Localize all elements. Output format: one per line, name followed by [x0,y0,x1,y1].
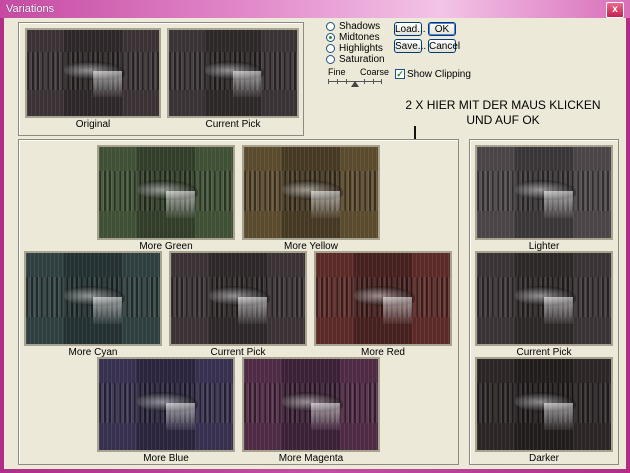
lightness-panel: Lighter Current Pick Darker [469,139,619,465]
current-pick-center-thumb[interactable]: Current Pick [169,251,307,358]
load-button[interactable]: Load... [394,22,426,36]
radio-shadows-label: Shadows [339,21,381,32]
current-pick-top-label: Current Pick [205,119,261,130]
save-button[interactable]: Save... [394,39,426,53]
color-variations-panel: More Green More Yellow More Cyan Current… [18,139,459,465]
close-button[interactable]: x [606,2,624,18]
fine-coarse-slider[interactable] [328,77,382,87]
radio-shadows-indicator[interactable] [326,22,335,31]
coarse-label: Coarse [360,67,390,77]
more-blue-label: More Blue [143,453,189,464]
radio-saturation-indicator[interactable] [326,55,335,64]
more-yellow-thumb[interactable]: More Yellow [242,145,380,252]
original-thumb[interactable]: Original [25,28,161,130]
preview-panel: Original Current Pick [18,22,304,136]
slider-thumb[interactable] [351,81,359,87]
show-clipping-checkbox[interactable]: ✓ [395,69,405,79]
radio-shadows[interactable]: Shadows [326,21,380,32]
radio-highlights-indicator[interactable] [326,44,335,53]
more-green-thumb[interactable]: More Green [97,145,235,252]
instruction-annotation: 2 X HIER MIT DER MAUS KLICKEN UND AUF OK [370,98,630,128]
dialog-client-area: Original Current Pick Shadows Midtones H… [4,18,626,469]
original-label: Original [75,119,111,130]
radio-midtones-label: Midtones [339,32,380,43]
current-pick-right-thumb[interactable]: Current Pick [475,251,613,358]
radio-midtones[interactable]: Midtones [326,32,380,43]
more-magenta-thumb[interactable]: More Magenta [242,357,380,464]
window-title: Variations [6,3,55,15]
show-clipping-label: Show Clipping [407,69,471,80]
more-cyan-thumb[interactable]: More Cyan [24,251,162,358]
radio-highlights-label: Highlights [339,43,383,54]
more-blue-thumb[interactable]: More Blue [97,357,235,464]
radio-midtones-indicator[interactable] [326,33,335,42]
radio-saturation[interactable]: Saturation [326,54,385,65]
title-bar[interactable]: Variations x [0,0,630,18]
radio-saturation-label: Saturation [339,54,385,65]
current-pick-top-thumb[interactable]: Current Pick [167,28,299,130]
lighter-thumb[interactable]: Lighter [475,145,613,252]
more-red-thumb[interactable]: More Red [314,251,452,358]
fine-label: Fine [328,67,346,77]
darker-thumb[interactable]: Darker [475,357,613,464]
cancel-button[interactable]: Cancel [428,39,460,53]
radio-highlights[interactable]: Highlights [326,43,383,54]
annotation-line-1: 2 X HIER MIT DER MAUS KLICKEN [405,98,601,112]
ok-button[interactable]: OK [428,22,456,36]
darker-label: Darker [528,453,559,464]
annotation-line-2: UND AUF OK [466,113,540,127]
variations-window: Variations x Original Current Pick Shado… [0,0,630,473]
more-magenta-label: More Magenta [278,453,344,464]
